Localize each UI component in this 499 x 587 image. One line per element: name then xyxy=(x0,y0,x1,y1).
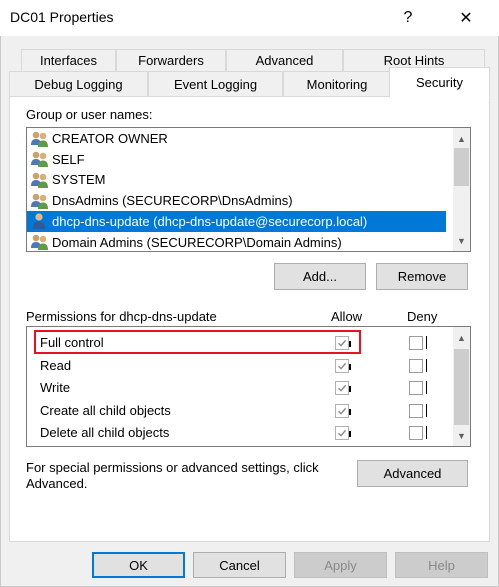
allow-checkbox[interactable] xyxy=(335,403,349,418)
tab-label: Debug Logging xyxy=(34,76,123,92)
inherited-marker xyxy=(349,408,351,415)
cancel-button[interactable]: Cancel xyxy=(193,552,286,578)
user-name: SYSTEM xyxy=(52,172,106,188)
scroll-down-icon[interactable]: ▼ xyxy=(453,427,470,444)
tab-advanced[interactable]: Advanced xyxy=(226,49,343,71)
allow-checkbox[interactable] xyxy=(335,336,349,350)
scroll-thumb[interactable] xyxy=(454,349,469,425)
group-or-user-names-label: Group or user names: xyxy=(26,107,153,122)
add-button[interactable]: Add... xyxy=(274,263,366,290)
inherited-marker xyxy=(349,341,351,347)
tab-security[interactable]: Security xyxy=(389,67,490,98)
ok-button[interactable]: OK xyxy=(92,552,185,578)
deny-checkbox[interactable] xyxy=(409,426,423,441)
allow-checkbox[interactable] xyxy=(335,358,349,373)
apply-button[interactable]: Apply xyxy=(294,552,387,578)
scroll-up-icon[interactable]: ▲ xyxy=(453,329,470,346)
group-icon xyxy=(30,130,50,148)
user-list-scrollbar[interactable]: ▲ ▼ xyxy=(453,128,470,251)
permission-name: Read xyxy=(40,357,72,373)
focus-marker xyxy=(426,381,427,395)
allow-header: Allow xyxy=(331,309,363,324)
inherited-marker xyxy=(349,386,351,393)
inherited-marker xyxy=(349,431,351,438)
tab-label: Event Logging xyxy=(173,76,258,92)
user-name: Domain Admins (SECURECORP\Domain Admins) xyxy=(52,234,342,250)
permission-name: Full control xyxy=(40,335,104,350)
permission-row: Read xyxy=(27,355,447,376)
tab-label: Forwarders xyxy=(138,53,204,68)
inherited-marker xyxy=(349,363,351,370)
tab-debug-logging[interactable]: Debug Logging xyxy=(9,71,148,96)
user-icon xyxy=(30,212,50,230)
title-bar: DC01 Properties ? ✕ xyxy=(0,0,499,36)
close-icon: ✕ xyxy=(459,10,473,27)
user-name: dhcp-dns-update (dhcp-dns-update@securec… xyxy=(52,213,368,229)
group-icon xyxy=(30,233,50,251)
tab-event-logging[interactable]: Event Logging xyxy=(148,71,283,96)
scroll-thumb[interactable] xyxy=(454,148,469,186)
tab-label: Advanced xyxy=(255,53,314,68)
group-icon xyxy=(30,150,50,168)
user-list[interactable]: CREATOR OWNER SELF SYSTEM DnsAdmins (SECURE… xyxy=(26,127,471,252)
permission-name: Create all child objects xyxy=(40,402,171,418)
permission-row: Full control xyxy=(27,332,447,353)
user-list-item[interactable]: Domain Admins (SECURECORP\Domain Admins) xyxy=(27,232,446,252)
group-icon xyxy=(30,171,50,189)
allow-checkbox[interactable] xyxy=(335,381,349,396)
scroll-up-icon[interactable]: ▲ xyxy=(453,130,470,147)
permissions-scrollbar[interactable]: ▲ ▼ xyxy=(453,327,470,446)
allow-checkbox[interactable] xyxy=(335,426,349,441)
tab-interfaces[interactable]: Interfaces xyxy=(21,49,116,71)
advanced-button[interactable]: Advanced xyxy=(357,460,468,487)
permission-name: Delete all child objects xyxy=(40,425,170,441)
scroll-down-icon[interactable]: ▼ xyxy=(453,232,470,249)
permission-name: Write xyxy=(40,380,71,396)
group-icon xyxy=(30,192,50,210)
deny-checkbox[interactable] xyxy=(409,403,423,418)
focus-marker xyxy=(426,426,427,440)
tab-label: Monitoring xyxy=(306,76,368,92)
focus-marker xyxy=(426,403,427,417)
permissions-list[interactable]: Full control Read Write Create all child ob… xyxy=(26,326,471,447)
tab-monitoring[interactable]: Monitoring xyxy=(283,71,391,96)
deny-header: Deny xyxy=(407,309,438,324)
user-list-item[interactable]: CREATOR OWNER xyxy=(27,128,446,149)
permissions-label: Permissions for dhcp-dns-update xyxy=(26,309,217,324)
deny-checkbox[interactable] xyxy=(409,336,423,350)
help-icon: ? xyxy=(403,9,413,26)
deny-checkbox[interactable] xyxy=(409,381,423,396)
permission-row: Create all child objects xyxy=(27,400,447,421)
user-name: DnsAdmins (SECURECORP\DnsAdmins) xyxy=(52,193,293,209)
special-permissions-text: For special permissions or advanced sett… xyxy=(26,460,319,491)
tab-label: Security xyxy=(416,75,463,90)
user-name: CREATOR OWNER xyxy=(52,131,168,146)
user-list-item[interactable]: SYSTEM xyxy=(27,169,446,190)
close-button[interactable]: ✕ xyxy=(446,2,486,34)
deny-checkbox[interactable] xyxy=(409,358,423,373)
tab-label: Interfaces xyxy=(39,53,98,68)
user-list-item[interactable]: DnsAdmins (SECURECORP\DnsAdmins) xyxy=(27,190,446,211)
tab-forwarders[interactable]: Forwarders xyxy=(116,49,226,71)
permission-row: Delete all child objects xyxy=(27,422,447,443)
user-name: SELF xyxy=(52,151,85,167)
tab-label: Root Hints xyxy=(383,53,445,68)
remove-button[interactable]: Remove xyxy=(376,263,468,290)
user-list-item[interactable]: SELF xyxy=(27,149,446,170)
help-footer-button[interactable]: Help xyxy=(395,552,488,578)
permission-row: Write xyxy=(27,377,447,398)
help-button[interactable]: ? xyxy=(388,2,428,34)
focus-marker xyxy=(426,336,427,349)
window-title: DC01 Properties xyxy=(10,9,114,25)
focus-marker xyxy=(426,358,427,372)
user-list-item[interactable]: dhcp-dns-update (dhcp-dns-update@securec… xyxy=(27,210,446,232)
